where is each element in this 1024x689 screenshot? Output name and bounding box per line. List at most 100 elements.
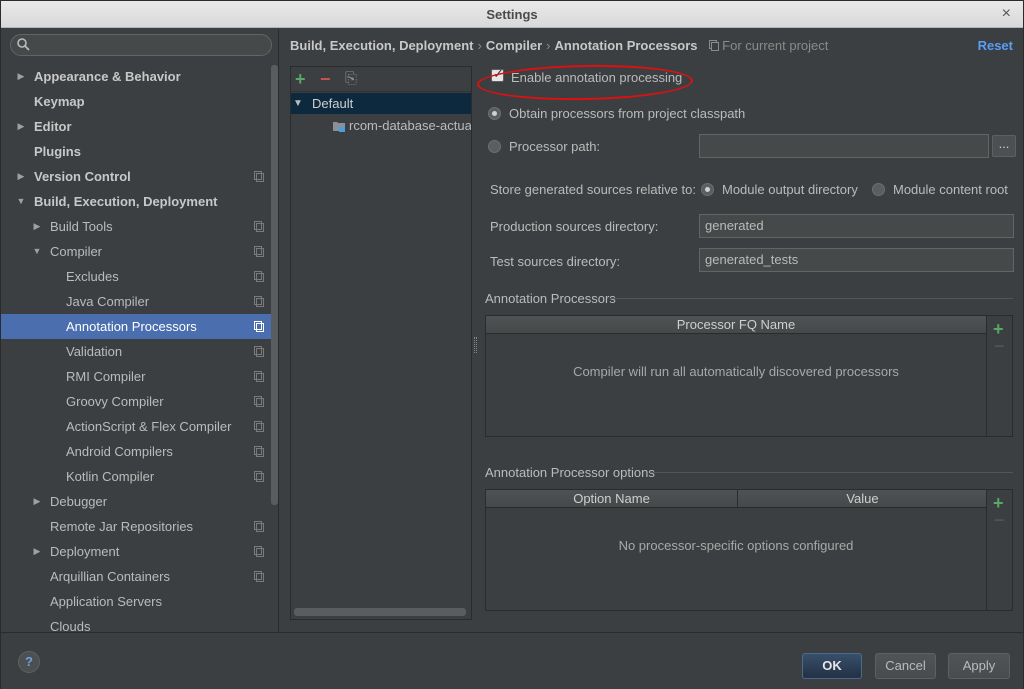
enable-annotation-processing-label[interactable]: Enable annotation processing (511, 70, 682, 85)
sidebar-item-label: Compiler (50, 244, 103, 259)
annotation-processors-section-title: Annotation Processors (485, 291, 616, 306)
processor-path-radio[interactable] (488, 140, 501, 153)
profile-module[interactable]: rcom-database-actua (291, 115, 471, 136)
processor-path-field[interactable] (699, 134, 989, 158)
reset-link[interactable]: Reset (978, 38, 1013, 53)
sidebar-item[interactable]: Application Servers (1, 589, 271, 614)
breadcrumb-separator: › (477, 38, 482, 53)
remove-profile-icon[interactable]: − (320, 69, 331, 90)
chevron-down-icon[interactable]: ▼ (293, 93, 303, 114)
apply-button[interactable]: Apply (948, 653, 1010, 679)
sidebar-item[interactable]: ActionScript & Flex Compiler (1, 414, 271, 439)
profiles-panel: + − ⎘ ▼ Default rcom-database-actua (290, 66, 472, 620)
options-table-header: Option Name Value (486, 490, 986, 508)
project-scope-icon (254, 171, 264, 182)
breadcrumb-compiler: Compiler (485, 38, 543, 53)
sidebar-item-label: Plugins (34, 144, 81, 159)
sidebar-item[interactable]: ▶ Debugger (1, 489, 271, 514)
close-icon[interactable]: × (1002, 5, 1011, 23)
chevron-right-icon[interactable]: ▶ (15, 164, 27, 189)
module-content-root-label[interactable]: Module content root (893, 182, 1008, 197)
sidebar-item[interactable]: ▶ Appearance & Behavior (1, 64, 271, 89)
obtain-from-classpath-label[interactable]: Obtain processors from project classpath (509, 106, 745, 121)
sidebar-item[interactable]: Java Compiler (1, 289, 271, 314)
sidebar-item[interactable]: Clouds (1, 614, 271, 632)
main-panel: Build, Execution, Deployment › Compiler › An… (280, 29, 1023, 632)
sidebar-item-label: Kotlin Compiler (66, 469, 155, 484)
cancel-button[interactable]: Cancel (875, 653, 936, 679)
project-scope-icon (254, 321, 264, 332)
sidebar-item[interactable]: ▶ Version Control (1, 164, 271, 189)
sidebar-item[interactable]: Plugins (1, 139, 271, 164)
options-table[interactable]: Option Name Value No processor-specific … (485, 489, 987, 611)
test-sources-label: Test sources directory: (490, 254, 621, 269)
chevron-right-icon[interactable]: ▶ (31, 214, 43, 239)
sidebar-item[interactable]: Remote Jar Repositories (1, 514, 271, 539)
splitter-handle[interactable] (474, 337, 477, 353)
project-scope-icon (254, 571, 264, 582)
sidebar-item[interactable]: Android Compilers (1, 439, 271, 464)
sidebar-item[interactable]: RMI Compiler (1, 364, 271, 389)
sidebar-item[interactable]: ▶ Editor (1, 114, 271, 139)
help-icon[interactable]: ? (18, 651, 40, 673)
sidebar-item[interactable]: Arquillian Containers (1, 564, 271, 589)
project-scope-icon (254, 371, 264, 382)
sidebar-item[interactable]: Kotlin Compiler (1, 464, 271, 489)
chevron-right-icon[interactable]: ▶ (31, 539, 43, 564)
remove-processor-icon: − (994, 336, 1005, 356)
chevron-right-icon[interactable]: ▶ (31, 489, 43, 514)
move-to-profile-icon[interactable]: ⎘ (345, 70, 357, 87)
processor-fq-name-header[interactable]: Processor FQ Name (486, 316, 986, 334)
module-content-root-radio[interactable] (872, 183, 885, 196)
browse-button[interactable]: ... (992, 135, 1016, 157)
production-sources-field[interactable]: generated (699, 214, 1014, 238)
module-output-radio[interactable] (701, 183, 714, 196)
option-name-header[interactable]: Option Name (486, 490, 737, 508)
project-scope-icon (254, 221, 264, 232)
chevron-down-icon[interactable]: ▼ (31, 239, 43, 264)
sidebar-item[interactable]: Excludes (1, 264, 271, 289)
profile-default[interactable]: ▼ Default (291, 93, 471, 114)
sidebar-item-label: Validation (66, 344, 123, 359)
sidebar-item[interactable]: Annotation Processors (1, 314, 271, 339)
sidebar-item-label: Android Compilers (66, 444, 173, 459)
chevron-down-icon[interactable]: ▼ (15, 189, 27, 214)
sidebar-item-label: Java Compiler (66, 294, 150, 309)
sidebar-item[interactable]: Keymap (1, 89, 271, 114)
settings-tree: ▶ Appearance & Behavior Keymap ▶ Editor Plugi… (1, 64, 271, 632)
sidebar-item[interactable]: ▼ Build, Execution, Deployment (1, 189, 271, 214)
profile-label: rcom-database-actua (349, 118, 471, 133)
module-output-label[interactable]: Module output directory (722, 182, 858, 197)
sidebar-scrollbar[interactable] (271, 65, 278, 505)
obtain-from-classpath-radio[interactable] (488, 107, 501, 120)
processors-table-toolbar: + − (987, 315, 1013, 437)
sidebar-item[interactable]: Validation (1, 339, 271, 364)
sidebar-item-label: Groovy Compiler (66, 394, 164, 409)
add-profile-icon[interactable]: + (295, 69, 306, 90)
sidebar-item-label: Annotation Processors (66, 319, 197, 334)
profiles-hscrollbar[interactable] (294, 608, 466, 616)
sidebar-item-label: Deployment (50, 544, 120, 559)
enable-annotation-processing-checkbox[interactable] (491, 66, 504, 82)
sidebar-item[interactable]: ▶ Deployment (1, 539, 271, 564)
sidebar-item-label: Arquillian Containers (50, 569, 170, 584)
chevron-right-icon[interactable]: ▶ (15, 64, 27, 89)
processor-path-label[interactable]: Processor path: (509, 139, 600, 154)
profile-label: Default (312, 96, 354, 111)
sidebar-item[interactable]: Groovy Compiler (1, 389, 271, 414)
search-input[interactable] (10, 34, 272, 56)
dialog-footer: ? OK Cancel Apply (1, 632, 1023, 689)
module-folder-icon (333, 122, 345, 132)
processors-table[interactable]: Processor FQ Name Compiler will run all … (485, 315, 987, 437)
test-sources-field[interactable]: generated_tests (699, 248, 1014, 272)
chevron-right-icon[interactable]: ▶ (15, 114, 27, 139)
settings-sidebar: ▶ Appearance & Behavior Keymap ▶ Editor Plugi… (1, 29, 279, 632)
project-scope-icon (709, 40, 720, 51)
value-header[interactable]: Value (738, 490, 987, 508)
sidebar-item[interactable]: ▶ Build Tools (1, 214, 271, 239)
sidebar-item-label: Version Control (34, 169, 131, 184)
sidebar-item[interactable]: ▼ Compiler (1, 239, 271, 264)
project-scope-icon (254, 521, 264, 532)
ok-button[interactable]: OK (802, 653, 862, 679)
sidebar-item-label: Build Tools (50, 219, 113, 234)
